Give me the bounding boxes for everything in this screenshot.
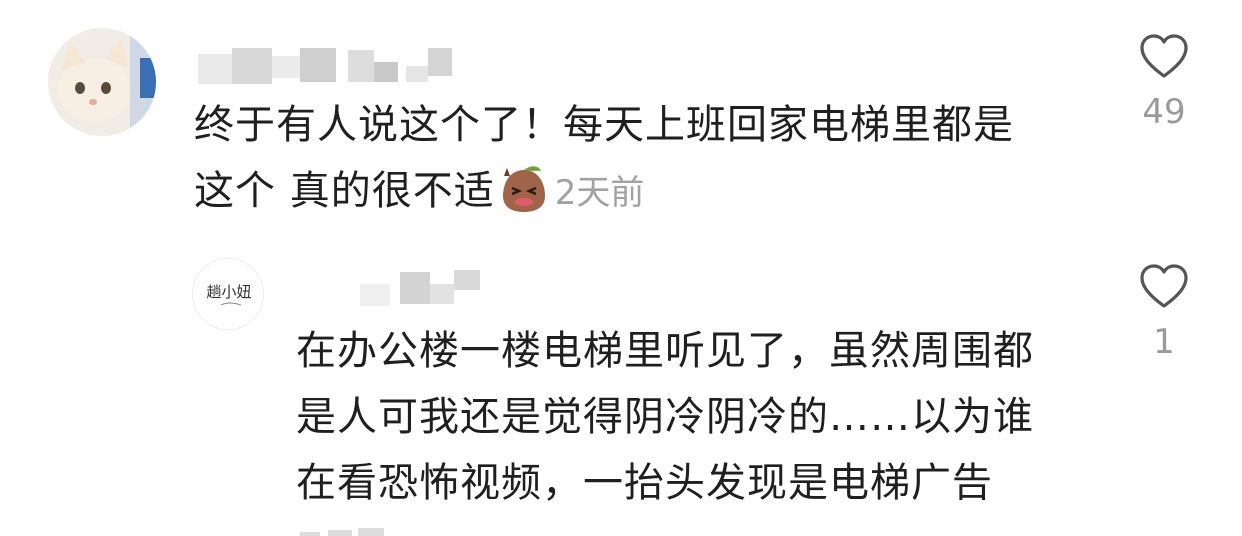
like-control: 1 [1119, 262, 1209, 362]
sweating-blob-icon [499, 162, 549, 234]
comment-text-line: 这个 真的很不适 [194, 168, 495, 214]
handwritten-name-avatar-image: 趟小妞 [193, 259, 263, 329]
username-censored[interactable] [198, 44, 468, 88]
like-count: 1 [1153, 322, 1175, 362]
timestamp: 2天前 [554, 173, 645, 213]
comment-text: 终于有人说这个了！每天上班回家电梯里都是 这个 真的很不适 2天前 [194, 92, 1014, 234]
truncated-next-line [300, 528, 390, 536]
heart-icon[interactable] [1138, 32, 1190, 80]
cat-avatar-image [48, 28, 156, 136]
comment-text-line: 是人可我还是觉得阴冷阴冷的……以为谁 [296, 394, 1034, 440]
like-count: 49 [1142, 92, 1186, 132]
heart-icon[interactable] [1138, 262, 1190, 310]
like-control: 49 [1119, 32, 1209, 132]
avatar-lettering: 趟小妞 [206, 283, 251, 301]
comment-text-line: 终于有人说这个了！每天上班回家电梯里都是 [194, 102, 1014, 148]
comment-text-line: 在办公楼一楼电梯里听见了，虽然周围都 [296, 328, 1034, 374]
comment-text: 在办公楼一楼电梯里听见了，虽然周围都 是人可我还是觉得阴冷阴冷的……以为谁 在看… [296, 318, 1034, 516]
comment-text-line-last: 这个 真的很不适 2天前 [194, 158, 1014, 234]
comment-text-line: 在看恐怖视频，一抬头发现是电梯广告 [296, 460, 993, 506]
username-censored[interactable] [360, 268, 490, 310]
avatar[interactable] [48, 28, 156, 136]
avatar[interactable]: 趟小妞 [192, 258, 264, 330]
